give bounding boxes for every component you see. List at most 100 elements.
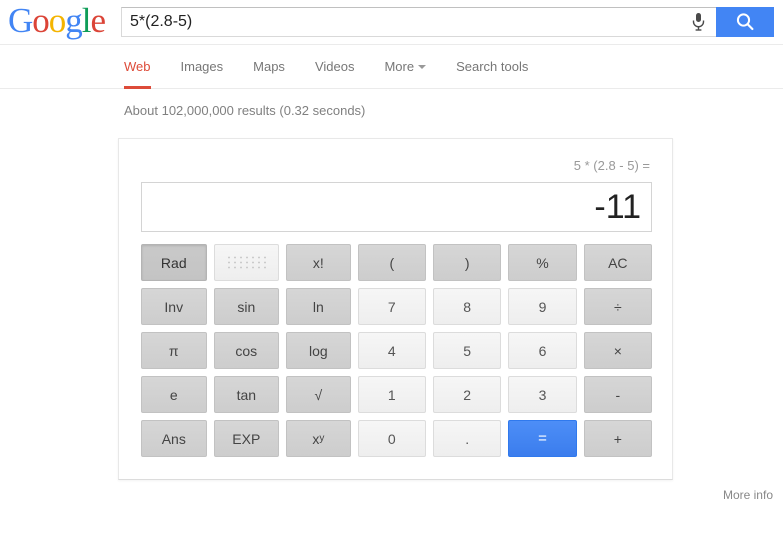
page-header: Google bbox=[0, 0, 783, 45]
key-label: log bbox=[309, 342, 328, 359]
key-label: × bbox=[613, 342, 622, 359]
key-label: EXP bbox=[232, 430, 261, 447]
tab-label: Videos bbox=[314, 59, 355, 74]
key-log[interactable]: log bbox=[286, 332, 351, 369]
key-row: π cos log 4 5 6 × bbox=[141, 332, 652, 369]
key-2[interactable]: 2 bbox=[432, 376, 502, 413]
key-rad[interactable]: Rad bbox=[141, 244, 207, 281]
result-stats: About 102,000,000 results (0.32 seconds) bbox=[124, 103, 366, 118]
key-cos[interactable]: cos bbox=[213, 332, 280, 369]
more-info-row: More info bbox=[118, 480, 783, 502]
key-ln[interactable]: ln bbox=[286, 288, 351, 325]
tab-web[interactable]: Web bbox=[124, 59, 151, 89]
tab-videos[interactable]: Videos bbox=[315, 59, 355, 89]
calculator-expression: 5 * (2.8 - 5) = bbox=[573, 158, 650, 173]
key-sin[interactable]: sin bbox=[213, 288, 280, 325]
search-magnifier-icon bbox=[736, 13, 754, 31]
calculator-display[interactable]: -11 bbox=[141, 182, 652, 232]
key-label: - bbox=[615, 386, 621, 403]
key-label: Ans bbox=[161, 430, 186, 447]
key-minus[interactable]: - bbox=[583, 376, 652, 413]
tab-search-tools[interactable]: Search tools bbox=[456, 59, 528, 89]
key-label: 4 bbox=[387, 342, 396, 359]
tab-label: Maps bbox=[253, 59, 285, 74]
key-6[interactable]: 6 bbox=[508, 332, 577, 369]
calculator-keypad: Rad x! ()% AC Inv sin ln 7 8 9 ÷ π cos log 4 5 6 × e tan √ 1 2… bbox=[141, 244, 652, 457]
key-e[interactable]: e bbox=[141, 376, 207, 413]
key-label: cos bbox=[235, 342, 258, 359]
key-open-paren[interactable]: ( bbox=[357, 244, 426, 281]
key-label: 0 bbox=[387, 430, 396, 447]
key-x-factorial[interactable]: x! bbox=[286, 244, 351, 281]
search-button[interactable] bbox=[716, 7, 774, 37]
dot-matrix-icon[interactable] bbox=[213, 244, 280, 281]
key-label: 5 bbox=[463, 342, 472, 359]
key-label: 2 bbox=[463, 386, 472, 403]
key-multiply[interactable]: × bbox=[583, 332, 652, 369]
tab-more[interactable]: More bbox=[384, 59, 427, 89]
key-pi[interactable]: π bbox=[141, 332, 207, 369]
search-input[interactable] bbox=[122, 8, 680, 36]
key-row: Rad x! ()% AC bbox=[141, 244, 652, 281]
key-label: = bbox=[538, 430, 547, 447]
key-label: tan bbox=[236, 386, 257, 403]
tab-label: Images bbox=[180, 59, 224, 74]
key-row: e tan √ 1 2 3 - bbox=[141, 376, 652, 413]
key-plus[interactable]: + bbox=[583, 420, 652, 457]
key-decimal[interactable]: . bbox=[432, 420, 502, 457]
key-label: e bbox=[169, 386, 178, 403]
key-x[interactable]: xy bbox=[286, 420, 351, 457]
dot-matrix-icon bbox=[226, 254, 267, 271]
key-label: 1 bbox=[387, 386, 396, 403]
key-5[interactable]: 5 bbox=[432, 332, 502, 369]
key-inv[interactable]: Inv bbox=[141, 288, 207, 325]
key-exp[interactable]: EXP bbox=[213, 420, 280, 457]
key-4[interactable]: 4 bbox=[357, 332, 426, 369]
more-info-link[interactable]: More info bbox=[723, 488, 773, 502]
key-ans[interactable]: Ans bbox=[141, 420, 207, 457]
key-label: π bbox=[168, 342, 179, 359]
calculator-wrapper: 5 * (2.8 - 5) = -11 Rad x! ()% AC Inv sin ln 7 8… bbox=[0, 118, 783, 502]
key-ac[interactable]: AC bbox=[583, 244, 652, 281]
key-row: Inv sin ln 7 8 9 ÷ bbox=[141, 288, 652, 325]
key-0[interactable]: 0 bbox=[357, 420, 426, 457]
key-8[interactable]: 8 bbox=[432, 288, 502, 325]
key-label: ( bbox=[389, 254, 395, 271]
calculator-card: 5 * (2.8 - 5) = -11 Rad x! ()% AC Inv sin ln 7 8… bbox=[118, 138, 673, 480]
key-label: x bbox=[312, 430, 320, 447]
key-label: ln bbox=[312, 298, 324, 315]
key-row: Ans EXP x y 0. = + bbox=[141, 420, 652, 457]
chevron-down-icon bbox=[418, 65, 427, 69]
key-close-paren[interactable]: ) bbox=[432, 244, 502, 281]
key-label: 7 bbox=[387, 298, 396, 315]
key-label: x! bbox=[312, 254, 324, 271]
key-1[interactable]: 1 bbox=[357, 376, 426, 413]
key-tan[interactable]: tan bbox=[213, 376, 280, 413]
logo-letter-e: e bbox=[90, 1, 107, 40]
tab-images[interactable]: Images bbox=[181, 59, 224, 89]
search-tabs: Web Images Maps Videos More Search tools bbox=[124, 45, 783, 89]
key-7[interactable]: 7 bbox=[357, 288, 426, 325]
microphone-icon[interactable] bbox=[680, 8, 716, 36]
key-equals[interactable]: = bbox=[508, 420, 577, 457]
logo-letter-o1: o bbox=[32, 1, 49, 40]
key-label: sin bbox=[237, 298, 256, 315]
key-label: 8 bbox=[463, 298, 472, 315]
tab-maps[interactable]: Maps bbox=[253, 59, 285, 89]
key-sqrt[interactable]: √ bbox=[286, 376, 351, 413]
key-label: 9 bbox=[538, 298, 547, 315]
key-label: AC bbox=[608, 254, 628, 271]
tab-label: Search tools bbox=[456, 59, 529, 74]
key-percent[interactable]: % bbox=[508, 244, 577, 281]
search-bar bbox=[121, 7, 774, 37]
key-label: √ bbox=[314, 386, 323, 403]
logo-letter-o2: o bbox=[48, 1, 66, 40]
key-3[interactable]: 3 bbox=[508, 376, 577, 413]
key-label: . bbox=[465, 430, 470, 447]
tab-label: More bbox=[384, 59, 415, 74]
key-divide[interactable]: ÷ bbox=[583, 288, 652, 325]
key-9[interactable]: 9 bbox=[508, 288, 577, 325]
google-logo[interactable]: Google bbox=[8, 1, 112, 41]
key-label: 3 bbox=[538, 386, 547, 403]
logo-letter-g2: g bbox=[65, 1, 82, 40]
